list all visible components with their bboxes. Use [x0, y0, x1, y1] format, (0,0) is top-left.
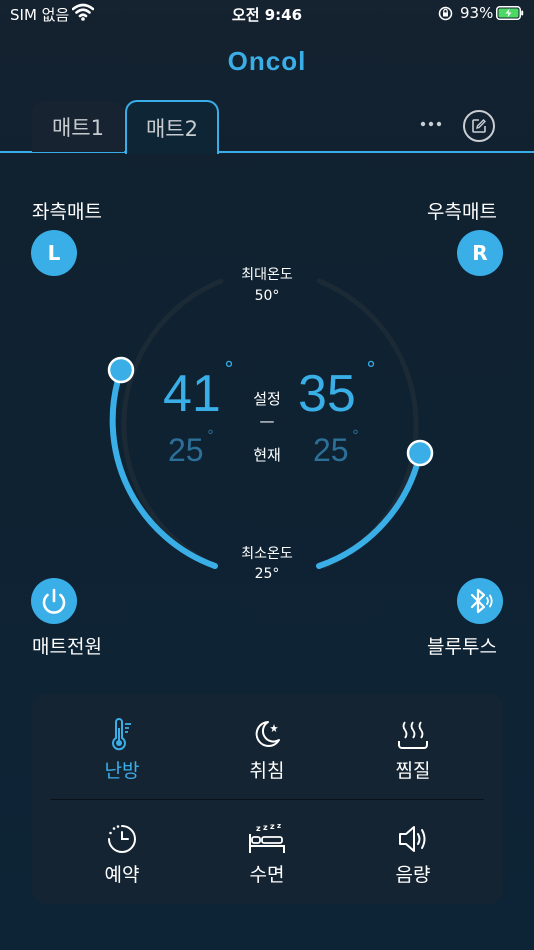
current-label: 현재 — [253, 446, 281, 464]
mode-bedtime[interactable]: 취침 — [217, 718, 317, 783]
mode-sauna[interactable]: 찜질 — [363, 718, 463, 783]
tab-mat-2[interactable]: 매트2 — [125, 100, 219, 154]
tab-mat-1[interactable]: 매트1 — [32, 101, 124, 152]
min-temp-value: 25° — [254, 566, 280, 582]
right-current-degree: ° — [352, 428, 359, 444]
edit-icon — [472, 119, 486, 133]
mode-panel-divider — [51, 799, 484, 800]
clock: 오전 9:46 — [231, 6, 303, 24]
bluetooth-icon — [470, 588, 493, 614]
svg-text:z: z — [256, 824, 261, 833]
svg-text:z: z — [277, 822, 281, 830]
left-set-temp: 41 — [163, 365, 221, 423]
mode-sleep-label: 수면 — [249, 864, 285, 886]
edit-button[interactable] — [463, 110, 495, 142]
dial-right-arc — [316, 450, 423, 569]
sleep-bed-icon: z z z z — [249, 822, 285, 853]
battery-charging-icon — [496, 6, 524, 20]
max-temp-value: 50° — [254, 288, 280, 304]
mode-sauna-label: 찜질 — [395, 760, 431, 782]
bluetooth-button[interactable] — [457, 578, 503, 624]
tab-mat-1-label: 매트1 — [51, 116, 104, 140]
moon-icon — [255, 721, 280, 747]
timer-icon — [108, 825, 136, 853]
mode-volume-label: 음량 — [395, 864, 431, 886]
right-mat-button[interactable]: R — [457, 230, 503, 276]
bluetooth-label: 블루투스 — [427, 636, 497, 658]
steam-icon — [398, 721, 428, 749]
left-temp-handle[interactable] — [107, 356, 135, 384]
mode-heating[interactable]: 난방 — [72, 718, 172, 783]
right-current-temp: 25 — [313, 432, 349, 468]
svg-text:z: z — [263, 823, 268, 832]
mode-bedtime-label: 취침 — [249, 760, 285, 782]
left-current-temp: 25 — [168, 432, 204, 468]
power-icon — [42, 588, 66, 614]
right-temp-handle[interactable] — [406, 439, 434, 467]
min-temp-label: 최소온도 — [241, 546, 293, 562]
more-icon[interactable] — [418, 112, 446, 136]
mode-reservation[interactable]: 예약 — [72, 822, 172, 887]
thermometer-icon — [112, 718, 131, 751]
orientation-lock-icon — [438, 6, 453, 21]
left-mat-button[interactable]: L — [31, 230, 77, 276]
speaker-icon — [399, 826, 426, 852]
set-label: 설정 — [253, 390, 281, 408]
set-current-separator: — — [259, 412, 275, 430]
right-mat-title: 우측매트 — [427, 201, 497, 223]
mode-reservation-label: 예약 — [104, 864, 140, 886]
left-mat-title: 좌측매트 — [32, 201, 102, 223]
left-set-degree: ° — [224, 357, 234, 381]
power-label: 매트전원 — [32, 636, 102, 658]
power-button[interactable] — [31, 578, 77, 624]
battery-percent: 93% — [460, 4, 494, 22]
max-temp-label: 최대온도 — [241, 267, 293, 283]
tab-mat-2-label: 매트2 — [145, 117, 198, 141]
left-current-degree: ° — [207, 428, 214, 444]
mode-sleep[interactable]: z z z z 수면 — [217, 822, 317, 887]
svg-text:z: z — [270, 822, 275, 831]
app-logo: Oncol — [227, 46, 307, 76]
status-bar: SIM 없음 오전 9:46 93% — [0, 0, 534, 30]
right-set-degree: ° — [366, 357, 376, 381]
mode-heating-label: 난방 — [104, 760, 140, 782]
mode-volume[interactable]: 음량 — [363, 822, 463, 887]
